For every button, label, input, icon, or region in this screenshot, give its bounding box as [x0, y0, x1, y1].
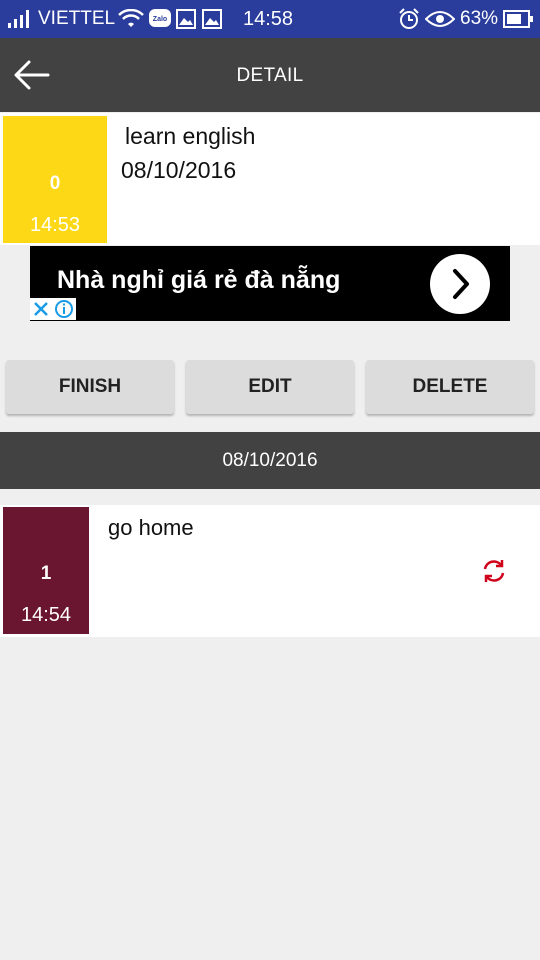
subtask-time: 14:54 — [20, 604, 72, 626]
task-badge: 0 14:53 — [3, 116, 107, 243]
task-time: 14:53 — [29, 214, 81, 236]
zalo-icon: Zalo — [149, 9, 171, 27]
battery-icon — [503, 10, 533, 28]
ad-text: Nhà nghỉ giá rẻ đà nẵng — [57, 266, 341, 294]
section-date-header: 08/10/2016 — [0, 432, 540, 489]
clock-time: 14:58 — [243, 8, 294, 30]
image-icon — [176, 9, 196, 29]
status-bar: VIETTEL Zalo 14:58 63% — [0, 0, 540, 38]
task-date: 08/10/2016 — [121, 157, 237, 183]
carrier-name: VIETTEL — [38, 8, 116, 29]
wifi-icon — [118, 9, 144, 27]
finish-button[interactable]: FINISH — [6, 360, 174, 414]
task-card[interactable]: 0 14:53 learn english 08/10/2016 — [0, 113, 540, 245]
signal-icon — [8, 10, 29, 28]
subtask-badge: 1 14:54 — [3, 507, 89, 634]
subtask-number: 1 — [40, 563, 52, 584]
task-title: learn english — [125, 123, 256, 149]
app-bar: DETAIL — [0, 38, 540, 112]
info-icon[interactable] — [52, 298, 76, 320]
image-icon — [202, 9, 222, 29]
close-icon[interactable] — [30, 298, 52, 320]
list-item[interactable]: 1 14:54 go home — [0, 505, 540, 637]
page-title: DETAIL — [236, 65, 304, 86]
delete-button[interactable]: DELETE — [366, 360, 534, 414]
task-number: 0 — [49, 173, 61, 194]
alarm-icon — [399, 8, 419, 29]
edit-button[interactable]: EDIT — [186, 360, 354, 414]
chevron-right-icon[interactable] — [430, 254, 490, 314]
subtask-title: go home — [108, 515, 194, 540]
ad-banner[interactable]: Nhà nghỉ giá rẻ đà nẵng — [30, 246, 510, 321]
eye-icon — [425, 11, 455, 27]
battery-percent: 63% — [460, 8, 499, 29]
repeat-icon[interactable] — [480, 557, 508, 585]
svg-text:Zalo: Zalo — [153, 16, 167, 23]
